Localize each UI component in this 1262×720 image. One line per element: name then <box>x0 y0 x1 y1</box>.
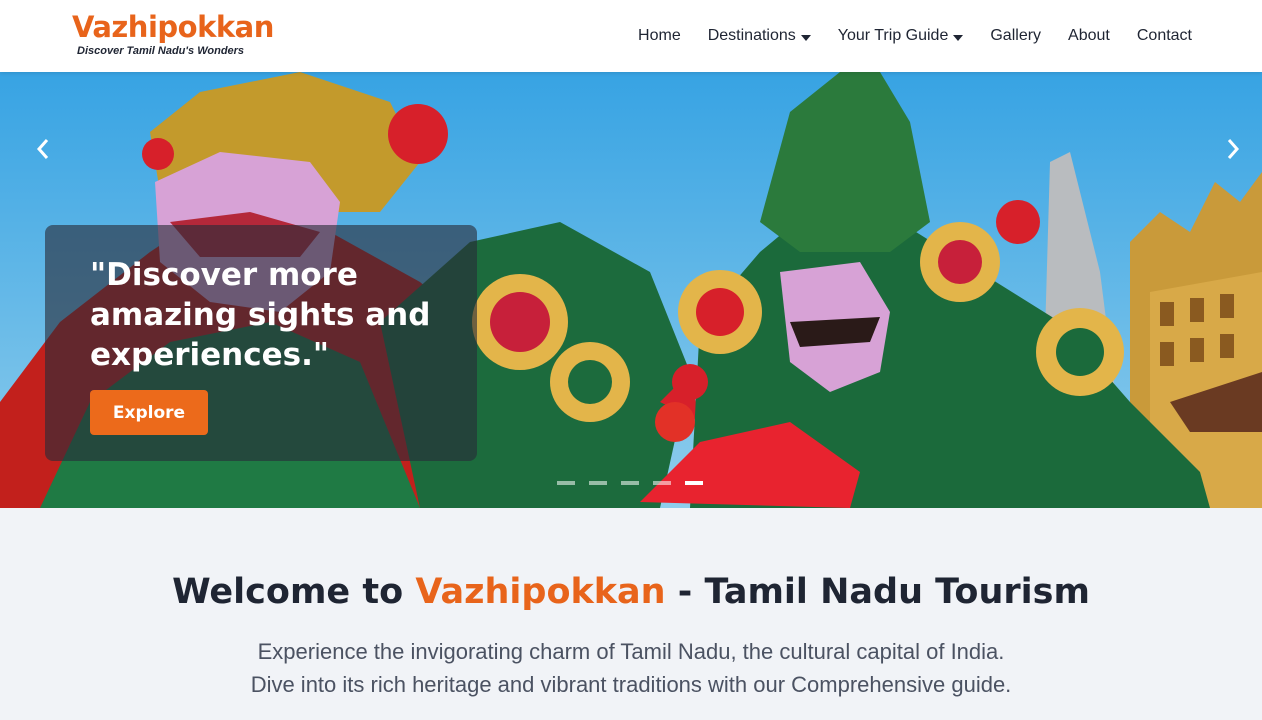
carousel-indicator[interactable] <box>589 481 607 485</box>
nav-item-gallery[interactable]: Gallery <box>990 26 1041 46</box>
description-line-1: Experience the invigorating charm of Tam… <box>257 639 1005 664</box>
title-prefix: Welcome to <box>172 572 416 612</box>
carousel-prev-button[interactable] <box>28 134 58 164</box>
hero-carousel: "Discover more amazing sights and experi… <box>0 72 1262 508</box>
brand-logo[interactable]: Vazhipokkan Discover Tamil Nadu's Wonder… <box>72 10 274 58</box>
nav-item-contact[interactable]: Contact <box>1137 26 1192 46</box>
navbar: Vazhipokkan Discover Tamil Nadu's Wonder… <box>0 0 1262 72</box>
carousel-indicator[interactable] <box>653 481 671 485</box>
nav-item-home[interactable]: Home <box>638 26 681 46</box>
brand-tagline: Discover Tamil Nadu's Wonders <box>77 45 245 57</box>
caption-text: "Discover more amazing sights and experi… <box>90 257 431 373</box>
nav-label: Your Trip Guide <box>837 27 949 44</box>
nav-label: Destinations <box>707 27 796 44</box>
title-suffix: - Tamil Nadu Tourism <box>665 572 1090 612</box>
carousel-indicators <box>557 481 703 485</box>
chevron-right-icon <box>1227 139 1240 159</box>
brand-name: Vazhipokkan <box>72 10 274 44</box>
nav-label: Gallery <box>990 27 1042 44</box>
welcome-title: Welcome to Vazhipokkan - Tamil Nadu Tour… <box>0 570 1262 614</box>
carousel-indicator[interactable] <box>557 481 575 485</box>
nav-item-destinations[interactable]: Destinations <box>708 26 811 46</box>
carousel-indicator-active[interactable] <box>685 481 703 485</box>
description-line-2: Dive into its rich heritage and vibrant … <box>250 672 1012 697</box>
title-brand: Vazhipokkan <box>415 572 666 612</box>
welcome-description: Experience the invigorating charm of Tam… <box>0 635 1262 701</box>
nav-label: Home <box>638 27 681 44</box>
chevron-left-icon <box>36 139 49 159</box>
nav-item-about[interactable]: About <box>1068 26 1110 46</box>
carousel-indicator[interactable] <box>621 481 639 485</box>
carousel-next-button[interactable] <box>1218 134 1248 164</box>
caret-down-icon <box>953 34 964 41</box>
caret-down-icon <box>800 34 811 41</box>
nav-item-trip-guide[interactable]: Your Trip Guide <box>838 26 964 46</box>
welcome-section: Welcome to Vazhipokkan - Tamil Nadu Tour… <box>0 508 1262 720</box>
nav-label: About <box>1068 27 1110 44</box>
carousel-caption: "Discover more amazing sights and experi… <box>45 225 477 461</box>
main-nav: Home Destinations Your Trip Guide Galler… <box>638 26 1192 46</box>
nav-label: Contact <box>1136 27 1192 44</box>
explore-button[interactable]: Explore <box>90 390 208 435</box>
